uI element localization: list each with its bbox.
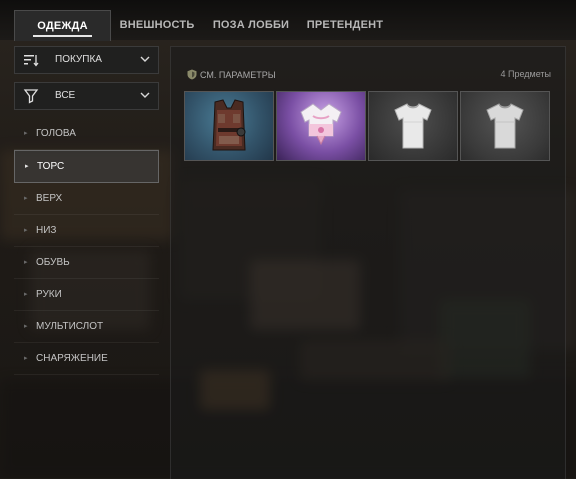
category-top[interactable]: ▸ ВЕРХ	[14, 183, 159, 215]
vest-icon	[212, 99, 246, 151]
sort-icon	[23, 52, 39, 68]
bullet-icon: ▸	[24, 355, 28, 362]
category-gear[interactable]: ▸ СНАРЯЖЕНИЕ	[14, 343, 159, 375]
bullet-icon: ▸	[24, 259, 28, 266]
category-list: ▸ ГОЛОВА ▸ ТОРС ▸ ВЕРХ ▸ НИЗ ▸ ОБУВЬ ▸ Р…	[14, 118, 159, 375]
white-tshirt-item[interactable]	[368, 91, 458, 161]
bullet-icon: ▸	[25, 163, 29, 170]
gray-tshirt-item[interactable]	[460, 91, 550, 161]
category-label: МУЛЬТИСЛОТ	[36, 321, 104, 332]
tab-appearance[interactable]: ВНЕШНОСТЬ	[112, 10, 202, 40]
bullet-icon: ▸	[24, 130, 28, 137]
tshirt-icon	[394, 103, 432, 149]
category-label: ГОЛОВА	[36, 128, 76, 139]
items-panel: СМ. ПАРАМЕТРЫ 4 Предметы	[170, 46, 566, 479]
filter-icon	[23, 88, 39, 104]
category-label: ТОРС	[37, 161, 65, 172]
category-label: РУКИ	[36, 289, 62, 300]
sidebar: ПОКУПКА ВСЕ ▸ ГОЛОВА ▸ ТОРС ▸ ВЕРХ ▸ НИЗ…	[14, 46, 159, 375]
chevron-down-icon	[138, 52, 152, 66]
category-torso[interactable]: ▸ ТОРС	[14, 150, 159, 183]
category-multislot[interactable]: ▸ МУЛЬТИСЛОТ	[14, 311, 159, 343]
filter-dropdown-label: ВСЕ	[55, 90, 76, 101]
sort-dropdown[interactable]: ПОКУПКА	[14, 46, 159, 74]
category-label: СНАРЯЖЕНИЕ	[36, 353, 108, 364]
category-label: ОБУВЬ	[36, 257, 70, 268]
shield-icon	[187, 69, 197, 80]
category-bottom[interactable]: ▸ НИЗ	[14, 215, 159, 247]
view-params-link[interactable]: СМ. ПАРАМЕТРЫ	[187, 69, 276, 80]
vest-item[interactable]	[184, 91, 274, 161]
pink-top-item[interactable]	[276, 91, 366, 161]
tab-lobby-pose[interactable]: ПОЗА ЛОББИ	[206, 10, 296, 40]
tab-clothing[interactable]: ОДЕЖДА	[14, 10, 111, 41]
category-label: ВЕРХ	[36, 193, 63, 204]
category-label: НИЗ	[36, 225, 57, 236]
bullet-icon: ▸	[24, 323, 28, 330]
bullet-icon: ▸	[24, 227, 28, 234]
sort-dropdown-label: ПОКУПКА	[55, 54, 102, 65]
item-count: 4 Предметы	[500, 69, 551, 79]
filter-dropdown[interactable]: ВСЕ	[14, 82, 159, 110]
bullet-icon: ▸	[24, 195, 28, 202]
view-params-label: СМ. ПАРАМЕТРЫ	[200, 70, 276, 80]
category-hands[interactable]: ▸ РУКИ	[14, 279, 159, 311]
tshirt-icon	[486, 103, 524, 149]
tab-contender[interactable]: ПРЕТЕНДЕНТ	[302, 10, 388, 40]
category-shoes[interactable]: ▸ ОБУВЬ	[14, 247, 159, 279]
bullet-icon: ▸	[24, 291, 28, 298]
tied-shirt-icon	[300, 103, 342, 146]
items-header: СМ. ПАРАМЕТРЫ 4 Предметы	[187, 69, 551, 83]
chevron-down-icon	[138, 88, 152, 102]
category-head[interactable]: ▸ ГОЛОВА	[14, 118, 159, 150]
top-tabs: ОДЕЖДА ВНЕШНОСТЬ ПОЗА ЛОББИ ПРЕТЕНДЕНТ	[0, 0, 576, 41]
